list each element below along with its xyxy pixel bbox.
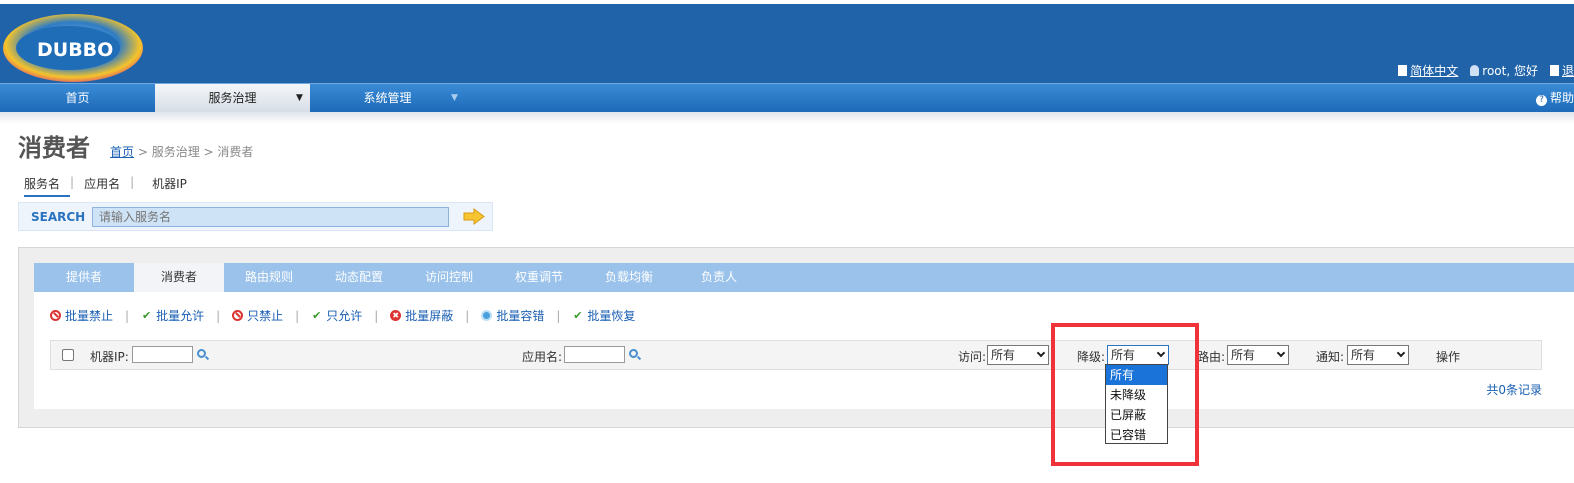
access-label: 访问: bbox=[958, 350, 987, 364]
mask-icon: ✖ bbox=[390, 310, 402, 321]
search-icon[interactable] bbox=[197, 349, 206, 358]
tab-access-control[interactable]: 访问控制 bbox=[404, 263, 494, 292]
gear-icon bbox=[481, 310, 493, 321]
tab-owners[interactable]: 负责人 bbox=[674, 263, 764, 292]
search-label: SEARCH bbox=[31, 210, 86, 224]
check-icon: ✔ bbox=[312, 309, 322, 322]
batch-recover-button[interactable]: ✔ 批量恢复 bbox=[572, 307, 635, 324]
svg-text:DUBBO: DUBBO bbox=[37, 39, 113, 61]
header: DUBBO 简体中文 root, 您好 退 bbox=[0, 0, 1574, 83]
page-title: 消费者 bbox=[18, 134, 90, 162]
logout-link[interactable]: 退 bbox=[1549, 62, 1574, 79]
search-type-tabs: 服务名 | 应用名 | 机器IP bbox=[24, 175, 197, 197]
app-name-input[interactable] bbox=[564, 346, 625, 363]
nav-home[interactable]: 首页 bbox=[0, 84, 155, 113]
tab-routes[interactable]: 路由规则 bbox=[224, 263, 314, 292]
filter-row: 机器IP: 应用名: 访问: 所有 降级: 所有 路由: 所有 通知: 所有 操… bbox=[50, 340, 1542, 370]
chevron-down-icon: ▼ bbox=[296, 93, 303, 103]
batch-forbid-button[interactable]: 批量禁止 bbox=[50, 307, 113, 324]
ban-icon bbox=[50, 310, 61, 321]
nav-shadow bbox=[0, 112, 1574, 124]
panel-content: 提供者 消费者 路由规则 动态配置 访问控制 权重调节 负载均衡 负责人 批量禁… bbox=[34, 263, 1574, 409]
dubbo-logo[interactable]: DUBBO bbox=[2, 12, 144, 84]
ban-icon bbox=[232, 310, 244, 321]
search-tab-service[interactable]: 服务名 bbox=[24, 175, 71, 197]
app-name-label: 应用名: bbox=[522, 350, 563, 364]
batch-tolerate-button[interactable]: 批量容错 bbox=[481, 307, 544, 324]
tab-providers[interactable]: 提供者 bbox=[34, 263, 134, 292]
main-nav: 首页 服务治理 ▼ 系统管理 ▼ ? 帮助 bbox=[0, 83, 1574, 113]
document-icon bbox=[1398, 65, 1408, 76]
route-select[interactable]: 所有 bbox=[1227, 345, 1289, 365]
batch-actions: 批量禁止 | ✔ 批量允许 | 只禁止 | ✔ 只允许 | ✖ 批量屏蔽 | 批量容错… bbox=[50, 307, 635, 324]
check-icon: ✔ bbox=[141, 309, 152, 322]
question-icon: ? bbox=[1535, 95, 1547, 106]
header-user-area: 简体中文 root, 您好 退 bbox=[1398, 62, 1574, 79]
breadcrumb-home[interactable]: 首页 bbox=[110, 145, 134, 159]
search-input[interactable] bbox=[92, 207, 449, 227]
search-tab-ip[interactable]: 机器IP bbox=[144, 175, 197, 197]
tab-consumers[interactable]: 消费者 bbox=[134, 263, 224, 292]
machine-ip-label: 机器IP: bbox=[90, 350, 129, 364]
chevron-down-icon: ▼ bbox=[451, 93, 458, 103]
notify-select[interactable]: 所有 bbox=[1347, 345, 1409, 365]
only-allow-button[interactable]: ✔ 只允许 bbox=[311, 307, 362, 324]
batch-mask-button[interactable]: ✖ 批量屏蔽 bbox=[390, 307, 453, 324]
operation-header: 操作 bbox=[1436, 350, 1461, 364]
chevron-down-icon bbox=[1396, 348, 1406, 358]
user-icon bbox=[1470, 65, 1480, 76]
logout-icon bbox=[1549, 65, 1559, 76]
search-tab-app[interactable]: 应用名 bbox=[84, 175, 130, 197]
search-icon[interactable] bbox=[629, 349, 638, 358]
language-link[interactable]: 简体中文 bbox=[1398, 62, 1458, 79]
red-highlight-box bbox=[1051, 323, 1199, 466]
batch-allow-button[interactable]: ✔ 批量允许 bbox=[141, 307, 204, 324]
tab-bar: 提供者 消费者 路由规则 动态配置 访问控制 权重调节 负载均衡 负责人 bbox=[34, 263, 1574, 292]
breadcrumb: 首页 > 服务治理 > 消费者 bbox=[110, 145, 254, 159]
search-box: SEARCH bbox=[18, 202, 493, 231]
select-all-checkbox[interactable] bbox=[62, 349, 74, 361]
check-icon: ✔ bbox=[573, 309, 583, 322]
chevron-down-icon bbox=[1036, 348, 1046, 358]
notify-label: 通知: bbox=[1316, 350, 1345, 364]
machine-ip-input[interactable] bbox=[132, 346, 193, 363]
access-select[interactable]: 所有 bbox=[987, 345, 1049, 365]
chevron-down-icon bbox=[1276, 348, 1286, 358]
tab-load-balance[interactable]: 负载均衡 bbox=[584, 263, 674, 292]
total-records: 共0条记录 bbox=[1486, 383, 1542, 397]
tab-weights[interactable]: 权重调节 bbox=[494, 263, 584, 292]
only-forbid-button[interactable]: 只禁止 bbox=[232, 307, 283, 324]
help-link[interactable]: ? 帮助 bbox=[1535, 84, 1574, 112]
arrow-right-icon[interactable] bbox=[463, 208, 485, 225]
tab-dynamic-config[interactable]: 动态配置 bbox=[314, 263, 404, 292]
nav-system-management[interactable]: 系统管理 ▼ bbox=[310, 84, 465, 113]
consumer-panel: 提供者 消费者 路由规则 动态配置 访问控制 权重调节 负载均衡 负责人 批量禁… bbox=[18, 247, 1574, 428]
nav-service-governance[interactable]: 服务治理 ▼ bbox=[155, 84, 310, 113]
route-label: 路由: bbox=[1197, 350, 1226, 364]
user-greeting: root, 您好 bbox=[1470, 62, 1538, 79]
